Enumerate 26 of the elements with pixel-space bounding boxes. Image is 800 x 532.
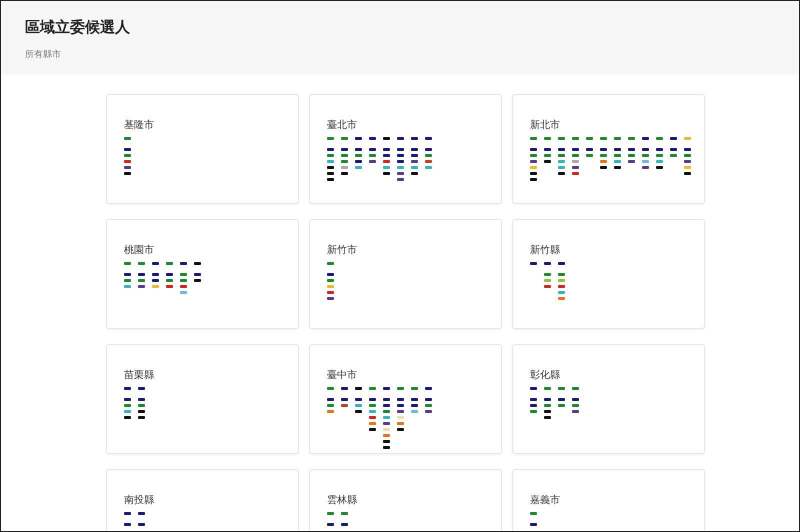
page-subtitle: 所有縣市 [25, 49, 62, 62]
region-name: 彰化縣 [530, 369, 561, 383]
region-card[interactable]: 彰化縣 [512, 344, 705, 454]
region-card[interactable]: 雲林縣 [309, 469, 502, 531]
region-name: 基隆市 [124, 119, 155, 133]
region-name: 南投縣 [124, 494, 155, 508]
region-card[interactable]: 嘉義市 [512, 469, 705, 531]
region-card[interactable]: 桃園市 [106, 219, 299, 329]
region-card[interactable]: 新竹縣 [512, 219, 705, 329]
region-name: 嘉義市 [530, 494, 561, 508]
region-name: 新北市 [530, 119, 561, 133]
region-name: 臺中市 [327, 369, 358, 383]
region-card[interactable]: 新竹市 [309, 219, 502, 329]
region-name: 桃園市 [124, 244, 155, 258]
region-card[interactable]: 新北市 [512, 94, 705, 204]
region-card[interactable]: 臺中市 [309, 344, 502, 454]
page-title: 區域立委候選人 [25, 17, 131, 37]
region-name: 新竹市 [327, 244, 358, 258]
region-name: 雲林縣 [327, 494, 358, 508]
region-name: 臺北市 [327, 119, 358, 133]
region-name: 新竹縣 [530, 244, 561, 258]
region-card[interactable]: 臺北市 [309, 94, 502, 204]
region-card[interactable]: 南投縣 [106, 469, 299, 531]
region-card[interactable]: 基隆市 [106, 94, 299, 204]
region-card[interactable]: 苗栗縣 [106, 344, 299, 454]
region-name: 苗栗縣 [124, 369, 155, 383]
